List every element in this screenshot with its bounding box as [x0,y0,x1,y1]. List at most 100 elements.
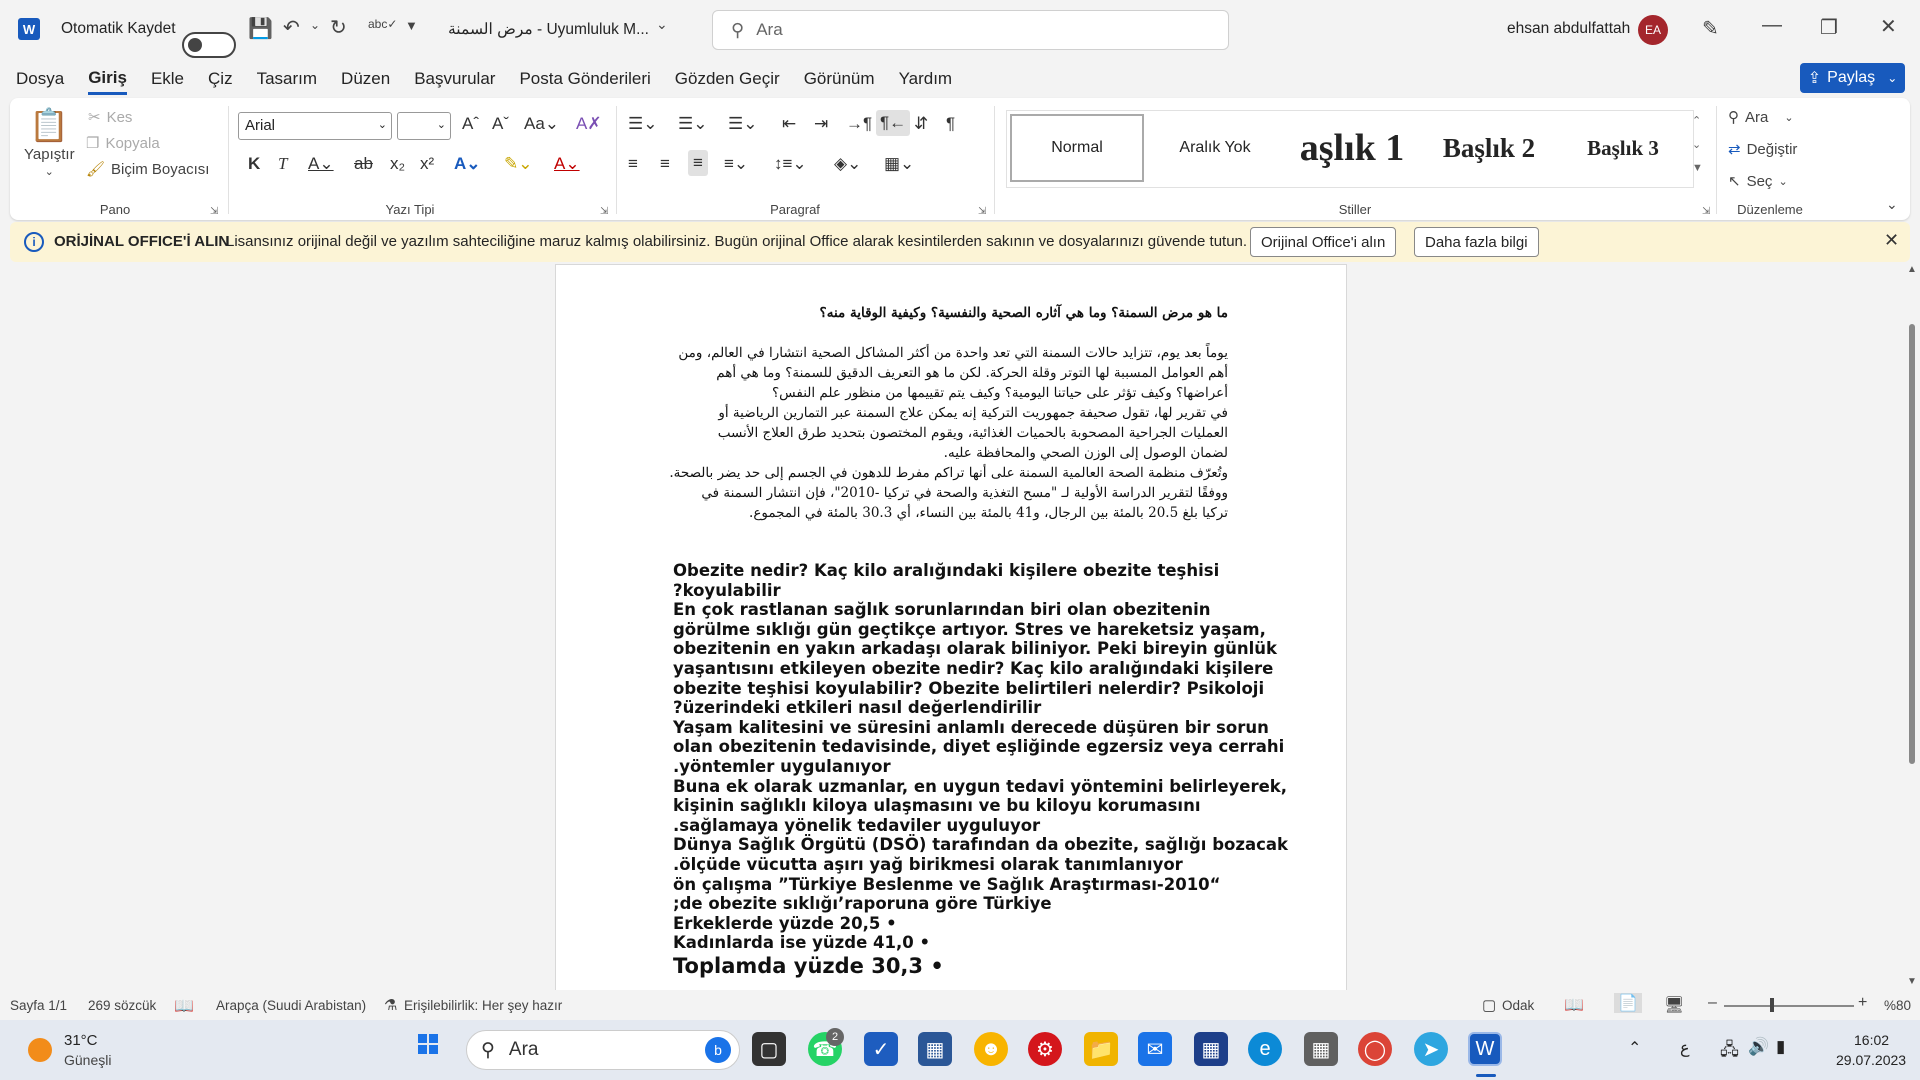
menu-gorunum[interactable]: Görünüm [804,65,875,93]
style-heading-3[interactable]: Başlık 3 [1558,114,1688,182]
change-case-icon[interactable]: Aa⌄ [524,114,559,134]
input-language[interactable]: ع [1680,1038,1690,1058]
undo-dropdown-icon[interactable]: ⌄ [310,18,320,32]
calculator-icon[interactable]: ▦ [1304,1032,1338,1066]
menu-tasarim[interactable]: Tasarım [257,65,317,93]
style-heading-1[interactable]: aşlık 1 [1282,114,1422,182]
weather-temp[interactable]: 31°C [64,1032,98,1049]
word-count[interactable]: 269 sözcük [88,998,156,1013]
close-infobar-icon[interactable]: ✕ [1884,230,1899,251]
avatar[interactable]: EA [1638,15,1668,45]
print-layout-icon[interactable]: 📄 [1614,993,1642,1013]
font-size-combo[interactable]: ⌄ [397,112,451,140]
zoom-slider-thumb[interactable] [1770,998,1774,1012]
font-color-icon[interactable]: A⌄ [554,154,580,174]
word-taskbar-icon[interactable]: W [1468,1032,1502,1066]
menu-duzen[interactable]: Düzen [341,65,390,93]
web-layout-icon[interactable]: 🖥 [1664,995,1684,1015]
language[interactable]: Arapça (Suudi Arabistan) [216,998,366,1013]
weather-sun-icon[interactable] [28,1038,52,1062]
taskbar-search[interactable]: ⚲ Ara b [466,1030,740,1070]
search-box[interactable]: ⚲ Ara [712,10,1229,50]
photos-icon[interactable]: ▦ [918,1032,952,1066]
align-left-icon[interactable]: ≡ [628,154,638,174]
share-chevron-icon[interactable]: ⌄ [1887,71,1897,85]
text-effects-icon[interactable]: A⌄ [454,154,481,174]
style-no-spacing[interactable]: Aralık Yok [1150,114,1280,182]
more-info-button[interactable]: Daha fazla bilgi [1414,227,1539,257]
menu-dosya[interactable]: Dosya [16,65,64,93]
vertical-scrollbar[interactable]: ▲ ▼ [1904,264,1920,990]
zoom-level[interactable]: %80 [1884,998,1911,1013]
borders-icon[interactable]: ▦⌄ [884,154,914,174]
show-marks-icon[interactable]: ¶ [946,114,955,134]
collapse-ribbon-icon[interactable]: ⌄ [1886,196,1898,213]
bullets-icon[interactable]: ☰⌄ [628,114,657,134]
clear-formatting-icon[interactable]: A✗ [576,114,602,134]
battery-icon[interactable]: ▮ [1776,1037,1785,1057]
zoom-in-icon[interactable]: + [1858,994,1867,1012]
sticker-app-icon[interactable]: ☻ [974,1032,1008,1066]
telegram-icon[interactable]: ➤ [1414,1032,1448,1066]
underline-icon[interactable]: A⌄ [308,154,334,174]
title-chevron-down-icon[interactable]: ⌄ [656,16,668,33]
undo-icon[interactable]: ↶ [283,15,300,40]
weather-desc[interactable]: Güneşli [64,1052,111,1068]
proofing-icon[interactable]: 📖 [174,996,194,1016]
multilevel-list-icon[interactable]: ☰⌄ [728,114,757,134]
replace-button[interactable]: ⇄ Değiştir [1728,140,1797,159]
find-button[interactable]: ⚲ Ara ⌄ [1728,108,1794,127]
clock-date[interactable]: 29.07.2023 [1836,1052,1906,1068]
justify-icon[interactable]: ≡⌄ [724,154,748,174]
redo-icon[interactable]: ↻ [330,15,347,40]
font-name-combo[interactable]: Arial ⌄ [238,112,392,140]
start-icon[interactable] [418,1034,438,1054]
subscript-icon[interactable]: x₂ [390,154,405,174]
numbering-icon[interactable]: ☰⌄ [678,114,707,134]
close-icon[interactable]: ✕ [1880,14,1897,39]
network-icon[interactable]: 🖧 [1720,1037,1739,1066]
grow-font-icon[interactable]: Aˆ [462,114,479,134]
align-center-icon[interactable]: ≡ [660,154,670,174]
ltr-icon[interactable]: →¶ [846,114,872,134]
paste-button[interactable]: 📋 Yapıştır ⌄ [24,106,75,178]
mail-icon[interactable]: ✉ [1138,1032,1172,1066]
zoom-slider[interactable] [1724,1005,1854,1007]
scroll-up-icon[interactable]: ▲ [1907,264,1917,275]
styles-down-icon[interactable]: ⌄ [1692,138,1701,151]
select-button[interactable]: ↖ Seç ⌄ [1728,172,1788,191]
accessibility-status[interactable]: Erişilebilirlik: Her şey hazır [404,998,562,1013]
shrink-font-icon[interactable]: Aˇ [492,114,509,134]
scroll-down-icon[interactable]: ▼ [1907,976,1917,987]
store-icon[interactable]: ▦ [1194,1032,1228,1066]
menu-gozden-gecir[interactable]: Gözden Geçir [675,65,780,93]
clipboard-launcher-icon[interactable]: ⇲ [210,206,218,217]
minimize-icon[interactable]: — [1762,14,1782,37]
style-heading-2[interactable]: Başlık 2 [1424,114,1554,182]
superscript-icon[interactable]: x² [420,154,434,174]
page-count[interactable]: Sayfa 1/1 [10,998,67,1013]
menu-posta[interactable]: Posta Gönderileri [519,65,650,93]
task-view-icon[interactable]: ▢ [752,1032,786,1066]
spelling-icon[interactable]: abc✓ [368,17,397,31]
read-mode-icon[interactable]: 📖 [1564,995,1584,1015]
restore-icon[interactable]: ❐ [1820,15,1838,40]
menu-ekle[interactable]: Ekle [151,65,184,93]
checkmark-app-icon[interactable]: ✓ [864,1032,898,1066]
increase-indent-icon[interactable]: ⇥ [814,114,828,134]
edge-icon[interactable]: e [1248,1032,1282,1066]
zoom-out-icon[interactable]: – [1708,994,1717,1012]
scroll-thumb[interactable] [1909,324,1915,764]
focus-icon[interactable]: ▢ [1482,996,1496,1014]
hidden-icons-chevron-icon[interactable]: ⌃ [1628,1038,1641,1058]
user-name[interactable]: ehsan abdulfattah [1507,20,1630,38]
share-button[interactable]: ⇪ Paylaş ⌄ [1800,63,1905,93]
focus-label[interactable]: Odak [1502,998,1534,1013]
format-painter-button[interactable]: 🖌 Biçim Boyacısı [86,160,209,179]
line-spacing-icon[interactable]: ↕≡⌄ [774,154,807,174]
copy-button[interactable]: ❐ Kopyala [86,134,160,153]
document-title[interactable]: مرض السمنة - Uyumluluk M... [448,20,649,39]
sort-icon[interactable]: ⇵ [914,114,928,134]
rtl-icon[interactable]: ¶← [876,110,911,136]
font-launcher-icon[interactable]: ⇲ [600,206,608,217]
